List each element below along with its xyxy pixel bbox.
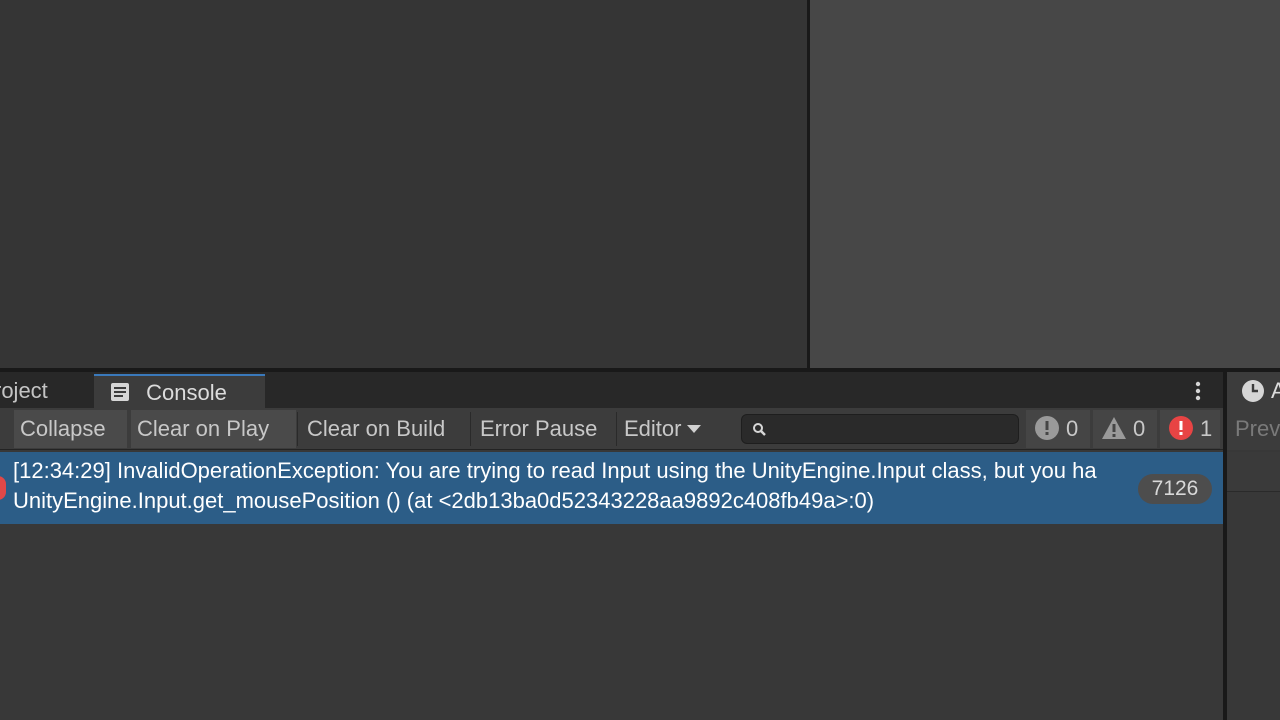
error-icon: [1169, 416, 1193, 440]
search-icon: [752, 422, 768, 443]
toolbar-separator: [616, 412, 617, 446]
toolbar-separator: [297, 412, 298, 446]
tab-bar: roject Console: [0, 372, 1223, 408]
error-pause-button[interactable]: Error Pause: [474, 410, 614, 448]
more-menu-icon[interactable]: [1188, 378, 1208, 404]
info-toggle-button[interactable]: 0: [1026, 410, 1090, 448]
console-toolbar: Collapse Clear on Play Clear on Build Er…: [0, 408, 1223, 450]
error-marker-icon: [0, 476, 6, 500]
error-count: 1: [1200, 416, 1213, 441]
inspector-view[interactable]: [810, 0, 1280, 368]
tab-project-label: roject: [0, 378, 48, 403]
info-count: 0: [1066, 416, 1079, 441]
right-toolbar: Prev: [1227, 408, 1280, 450]
tab-project[interactable]: roject: [0, 374, 88, 408]
clear-dropdown-arrow[interactable]: [0, 410, 4, 448]
search-input[interactable]: [741, 414, 1019, 444]
log-entry-row[interactable]: [12:34:29] InvalidOperationException: Yo…: [0, 452, 1223, 524]
toolbar-separator: [470, 412, 471, 446]
clear-on-play-button[interactable]: Clear on Play: [131, 410, 296, 448]
unity-editor: roject Console: [0, 0, 1280, 720]
tab-console-label: Console: [146, 380, 227, 405]
preview-button[interactable]: Prev: [1235, 410, 1280, 448]
scene-view[interactable]: [0, 0, 807, 368]
clear-on-build-button[interactable]: Clear on Build: [301, 410, 469, 448]
right-tab-bar[interactable]: A: [1227, 372, 1280, 408]
right-panel: A Prev: [1227, 372, 1280, 720]
right-panel-header: [1227, 452, 1280, 492]
clock-icon: [1241, 379, 1265, 408]
warning-toggle-button[interactable]: 0: [1093, 410, 1157, 448]
warning-icon: [1102, 417, 1126, 439]
log-message-line2: UnityEngine.Input.get_mousePosition () (…: [13, 488, 875, 513]
chevron-down-icon: [687, 425, 702, 433]
editor-dropdown[interactable]: Editor: [618, 410, 716, 448]
info-icon: [1035, 416, 1059, 440]
console-icon: [110, 378, 130, 401]
right-tab-label: A: [1271, 378, 1280, 403]
tab-console[interactable]: Console: [94, 374, 265, 408]
editor-dropdown-label: Editor: [624, 416, 682, 441]
collapse-count-badge: 7126: [1138, 474, 1212, 504]
console-panel: roject Console: [0, 372, 1223, 720]
log-message-line1: [12:34:29] InvalidOperationException: Yo…: [13, 458, 1097, 483]
error-toggle-button[interactable]: 1: [1160, 410, 1220, 448]
collapse-button[interactable]: Collapse: [14, 410, 127, 448]
warning-count: 0: [1133, 416, 1146, 441]
